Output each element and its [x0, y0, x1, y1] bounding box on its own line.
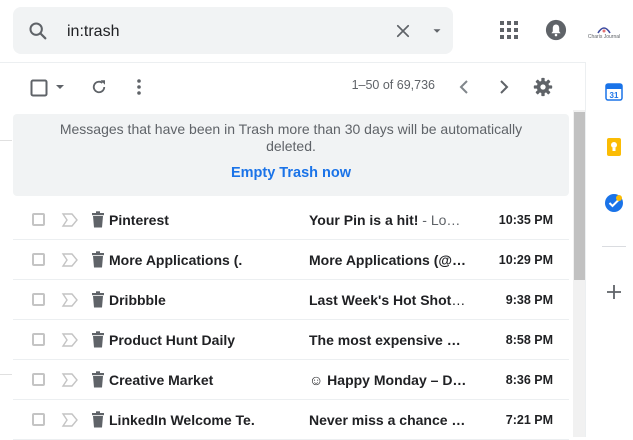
header-divider	[0, 62, 585, 63]
trash-icon	[91, 251, 105, 268]
newer-page-icon[interactable]	[454, 76, 474, 98]
email-subject-text: Never miss a chance …	[309, 412, 466, 428]
trash-info-message: Messages that have been in Trash more th…	[59, 121, 523, 154]
email-subject: Last Week's Hot Shots -	[309, 292, 467, 308]
svg-text:31: 31	[610, 91, 619, 100]
row-checkbox[interactable]	[32, 253, 45, 266]
email-sender: Product Hunt Daily	[109, 332, 236, 348]
trash-info-banner: Messages that have been in Trash more th…	[13, 114, 569, 196]
row-checkbox[interactable]	[32, 213, 45, 226]
trash-icon	[91, 331, 105, 348]
row-checkbox[interactable]	[32, 333, 45, 346]
notifications-icon[interactable]	[540, 14, 572, 46]
left-panel-edge	[0, 374, 12, 375]
email-row[interactable]: Creative Market ☺ Happy Monday – D… 8:36…	[13, 360, 569, 400]
row-checkbox[interactable]	[32, 293, 45, 306]
email-time: 10:29 PM	[498, 253, 553, 267]
pagination-text: 1–50 of 69,736	[351, 78, 435, 92]
search-input[interactable]	[65, 17, 369, 46]
account-logo[interactable]: Charis Journal	[584, 16, 624, 46]
email-subject-text: The most expensive …	[309, 332, 461, 348]
left-panel-edge	[0, 140, 12, 141]
settings-gear-icon[interactable]	[531, 75, 555, 99]
calendar-icon[interactable]: 31	[603, 80, 625, 102]
trash-icon	[91, 411, 105, 428]
keep-icon[interactable]	[603, 136, 625, 158]
older-page-icon[interactable]	[494, 76, 514, 98]
importance-marker-icon[interactable]	[61, 332, 79, 348]
add-addon-icon[interactable]	[603, 281, 625, 303]
email-subject: ☺ Happy Monday – D…	[309, 372, 467, 388]
side-panel-separator	[602, 246, 626, 247]
email-row[interactable]: Dribbble Last Week's Hot Shots - 9:38 PM	[13, 280, 569, 320]
trash-icon	[91, 371, 105, 388]
side-panel-divider	[585, 62, 586, 437]
logo-mark-icon	[597, 22, 611, 34]
email-sender: LinkedIn Welcome Te.	[109, 412, 255, 428]
email-time: 10:35 PM	[498, 213, 553, 227]
apps-grid-icon[interactable]	[493, 14, 525, 46]
search-box[interactable]	[13, 7, 453, 54]
refresh-icon[interactable]	[88, 76, 110, 98]
email-row[interactable]: LinkedIn Welcome Te. Never miss a chance…	[13, 400, 569, 440]
email-time: 9:38 PM	[505, 293, 553, 307]
search-options-icon[interactable]	[417, 7, 457, 54]
email-time: 8:36 PM	[505, 373, 553, 387]
email-subject-text: Last Week's Hot Shots	[309, 292, 460, 308]
email-time: 8:58 PM	[505, 333, 553, 347]
email-subject-text: Your Pin is a hit!	[309, 212, 419, 228]
email-subject: Never miss a chance …	[309, 412, 467, 428]
importance-marker-icon[interactable]	[61, 372, 79, 388]
trash-icon	[91, 291, 105, 308]
email-sender: More Applications (.	[109, 252, 243, 268]
email-sender: Pinterest	[109, 212, 169, 228]
importance-marker-icon[interactable]	[61, 252, 79, 268]
tasks-icon[interactable]	[603, 192, 625, 214]
trash-icon	[91, 211, 105, 228]
email-subject: The most expensive …	[309, 332, 467, 348]
email-subject: More Applications (@…	[309, 252, 467, 268]
select-all-checkbox[interactable]	[28, 77, 50, 99]
importance-marker-icon[interactable]	[61, 212, 79, 228]
search-icon[interactable]	[18, 7, 58, 54]
email-time: 7:21 PM	[505, 413, 553, 427]
email-row[interactable]: Product Hunt Daily The most expensive … …	[13, 320, 569, 360]
email-subject-text: ☺ Happy Monday – D…	[309, 372, 467, 388]
email-sender: Creative Market	[109, 372, 214, 388]
importance-marker-icon[interactable]	[61, 412, 79, 428]
email-sender: Dribbble	[109, 292, 166, 308]
row-checkbox[interactable]	[32, 413, 45, 426]
email-row[interactable]: Pinterest Your Pin is a hit! - Lo… 10:35…	[13, 200, 569, 240]
row-checkbox[interactable]	[32, 373, 45, 386]
select-options-icon[interactable]	[53, 80, 67, 94]
more-options-icon[interactable]	[130, 76, 148, 98]
scrollbar-thumb[interactable]	[574, 112, 585, 280]
email-subject: Your Pin is a hit! - Lo…	[309, 212, 467, 228]
importance-marker-icon[interactable]	[61, 292, 79, 308]
email-subject-text: More Applications (@…	[309, 252, 467, 268]
email-row[interactable]: More Applications (. More Applications (…	[13, 240, 569, 280]
email-snippet: - Lo…	[418, 212, 461, 228]
empty-trash-link[interactable]: Empty Trash now	[13, 165, 569, 181]
